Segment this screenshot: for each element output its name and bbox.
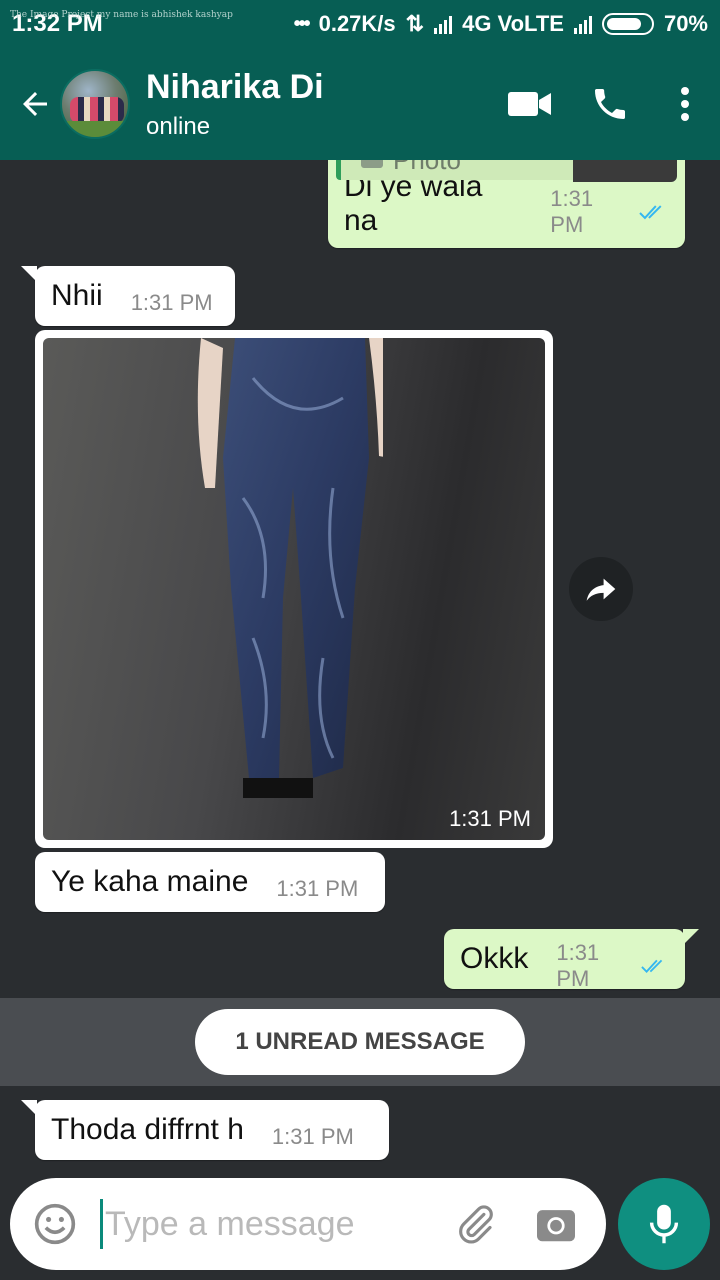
status-right: ••• 0.27K/s ⇅ 4G VoLTE 70% — [294, 11, 708, 37]
message-time: 1:31 PM — [271, 1124, 354, 1149]
message-text: Nhii — [51, 279, 103, 312]
camera-icon[interactable] — [516, 1178, 596, 1270]
quoted-thumbnail — [573, 160, 677, 182]
contact-status: online — [146, 113, 211, 140]
jeans-illustration — [197, 338, 383, 798]
forward-icon[interactable] — [569, 557, 633, 621]
chat-header: Niharika Di online — [0, 48, 720, 160]
phone-icon[interactable] — [570, 64, 650, 144]
read-ticks-icon — [641, 959, 663, 973]
back-arrow-icon[interactable] — [10, 79, 60, 129]
chat-area[interactable]: Photo Di ye wala na 1:31 PM Nhii 1:31 PM — [0, 160, 720, 1170]
message-bubble-in[interactable]: Thoda diffrnt h 1:31 PM — [21, 1100, 389, 1160]
message-bubble-out[interactable]: Okkk 1:31 PM — [444, 929, 699, 992]
text-caret — [100, 1199, 103, 1249]
net-speed: 0.27K/s — [318, 11, 396, 36]
unread-pill[interactable]: 1 UNREAD MESSAGE — [195, 1009, 525, 1075]
message-time: 1:31 PM — [556, 940, 600, 991]
message-bubble-in[interactable]: Ye kaha maine 1:31 PM — [35, 852, 385, 912]
contact-info[interactable]: Niharika Di online — [146, 67, 324, 141]
data-transfer-icon: ⇅ — [405, 11, 425, 36]
message-text: Ye kaha maine — [51, 865, 249, 898]
message-text: Okkk — [460, 942, 529, 975]
composer-bar — [0, 1170, 720, 1280]
attach-icon[interactable] — [436, 1178, 516, 1270]
battery-icon — [601, 13, 654, 35]
quote-label: Photo — [393, 160, 461, 176]
message-meta: 1:31 PM — [556, 940, 669, 992]
avatar[interactable] — [60, 69, 130, 139]
message-input[interactable] — [105, 1204, 435, 1244]
read-ticks-icon — [639, 205, 662, 220]
message-meta: 1:31 PM — [550, 186, 669, 238]
dots-icon: ••• — [293, 12, 311, 35]
watermark-text: The Image Project my name is abhishek ka… — [10, 10, 233, 20]
message-bubble-out[interactable]: Photo Di ye wala na 1:31 PM — [328, 160, 685, 248]
mic-icon[interactable] — [618, 1178, 710, 1270]
message-text: Di ye wala na — [344, 170, 483, 237]
battery-level: 70% — [663, 11, 708, 36]
jeans-photo[interactable]: 1:31 PM — [43, 338, 545, 840]
message-time: 1:31 PM — [130, 290, 213, 315]
signal-icon-2 — [573, 14, 592, 34]
image-time: 1:31 PM — [449, 806, 531, 831]
message-bubble-in[interactable]: Nhii 1:31 PM — [21, 266, 235, 326]
unread-banner: 1 UNREAD MESSAGE — [0, 998, 720, 1086]
camera-small-icon — [361, 160, 383, 168]
header-actions — [490, 64, 720, 144]
more-vert-icon[interactable] — [650, 64, 720, 144]
message-text: Thoda diffrnt h — [51, 1113, 244, 1146]
signal-icon — [434, 14, 453, 34]
status-bar: The Image Project my name is abhishek ka… — [0, 0, 720, 48]
network-label: 4G VoLTE — [462, 11, 564, 36]
message-input-pill — [10, 1178, 606, 1270]
message-time: 1:31 PM — [550, 186, 594, 237]
emoji-icon[interactable] — [10, 1178, 100, 1270]
contact-name: Niharika Di — [146, 68, 324, 106]
image-message[interactable]: 1:31 PM — [35, 330, 553, 848]
video-call-icon[interactable] — [490, 64, 570, 144]
message-time: 1:31 PM — [276, 876, 359, 901]
